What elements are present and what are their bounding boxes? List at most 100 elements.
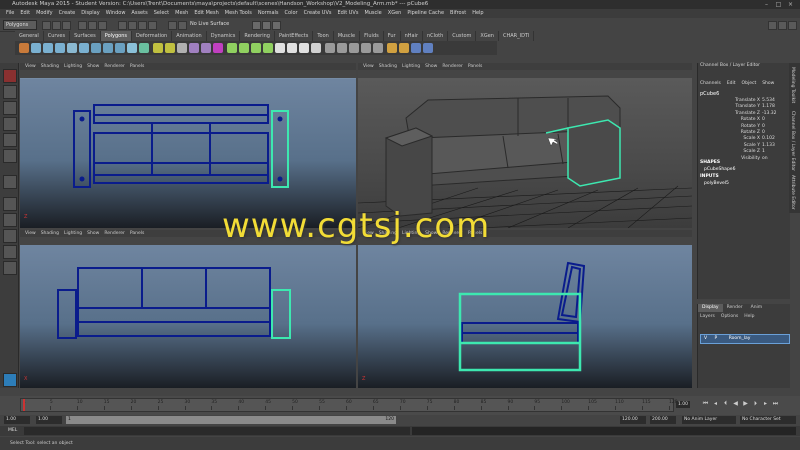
shelf-tab-xgen[interactable]: XGen (476, 31, 499, 41)
poly-soccer-icon[interactable] (139, 43, 149, 53)
ortho-view-front[interactable]: X (20, 245, 356, 388)
smooth-icon[interactable] (189, 43, 199, 53)
attr-value[interactable]: 0 (762, 117, 765, 122)
panel-menu-panels[interactable]: Panels (130, 64, 144, 69)
layer-row[interactable]: V P Room_lay (700, 334, 790, 344)
shelf-tab-fluids[interactable]: Fluids (360, 31, 384, 41)
attr-value[interactable]: 0 (762, 124, 765, 129)
command-input[interactable] (24, 427, 410, 435)
poly-sphere-icon[interactable] (19, 43, 29, 53)
input-node[interactable]: polyBevel5 (704, 181, 729, 186)
panel-menu-shading[interactable]: Shading (41, 231, 59, 236)
shelf-tab-ncloth[interactable]: nCloth (423, 31, 449, 41)
poly-cube-icon[interactable] (31, 43, 41, 53)
append-polygon-icon[interactable] (251, 43, 261, 53)
hypershade-layout-icon[interactable] (3, 261, 17, 275)
select-object-icon[interactable] (88, 21, 97, 30)
menu-modify[interactable]: Modify (36, 10, 53, 16)
attr-value[interactable]: 5.534 (762, 98, 775, 103)
time-ruler[interactable]: 1510152025303540455055606570758085909510… (20, 398, 678, 412)
paint-select-icon[interactable] (3, 101, 17, 115)
tab-modeling-toolkit[interactable]: Modeling Toolkit (790, 67, 795, 103)
panel-menu-renderer[interactable]: Renderer (442, 64, 463, 69)
viewport-bottom-right[interactable]: View Shading Lighting Show Renderer Panels Z (358, 230, 692, 388)
character-set-dropdown[interactable]: No Character Set (740, 416, 796, 424)
poly-cone-icon[interactable] (55, 43, 65, 53)
panel-menu-renderer[interactable]: Renderer (104, 64, 125, 69)
tab-channel-box[interactable]: Channel Box / Layer Editor (790, 111, 795, 171)
play-back-icon[interactable]: ◀ (732, 400, 739, 407)
menu-pipeline-cache[interactable]: Pipeline Cache (407, 10, 444, 16)
separate-icon[interactable] (165, 43, 175, 53)
menu-mesh[interactable]: Mesh (175, 10, 188, 16)
shelf-tab-general[interactable]: General (15, 31, 44, 41)
attr-name[interactable]: Rotate Z (741, 130, 760, 135)
reduce-icon[interactable] (201, 43, 211, 53)
layer-tab-display[interactable]: Display (698, 304, 723, 312)
attr-value[interactable]: 0 (762, 130, 765, 135)
viewport-top-left[interactable]: View Shading Lighting Show Renderer Panels Z (20, 63, 356, 228)
playback-start-field[interactable]: 1.00 (36, 416, 62, 424)
shelf-tab-polygons[interactable]: Polygons (100, 31, 132, 41)
maximize-icon[interactable]: □ (774, 1, 783, 8)
extract-icon[interactable] (177, 43, 187, 53)
bevel-icon[interactable] (275, 43, 285, 53)
single-view-layout-icon[interactable] (3, 197, 17, 211)
command-language-label[interactable]: MEL (8, 428, 17, 433)
rotate-tool-icon[interactable] (3, 133, 17, 147)
uv-editor-icon[interactable] (299, 43, 309, 53)
menu-assets[interactable]: Assets (131, 10, 147, 16)
attr-name[interactable]: Visibility (741, 156, 760, 161)
attr-name[interactable]: Scale X (743, 136, 760, 141)
panel-menu-panels[interactable]: Panels (468, 64, 482, 69)
attr-name[interactable]: Scale Z (743, 149, 760, 154)
layer-tab-anim[interactable]: Anim (747, 304, 767, 312)
step-forward-key-icon[interactable]: ⏵ (752, 400, 759, 407)
shelf-tab-char_idti[interactable]: CHAR_IDTI (499, 31, 535, 41)
show-attribute-editor-icon[interactable] (768, 21, 777, 30)
save-scene-icon[interactable] (62, 21, 71, 30)
menu-edit[interactable]: Edit (20, 10, 30, 16)
attr-value[interactable]: 1 (762, 149, 765, 154)
shelf-tab-fur[interactable]: Fur (384, 31, 401, 41)
shelf-tab-toon[interactable]: Toon (313, 31, 334, 41)
menu-help[interactable]: Help (472, 10, 483, 16)
history-delete-icon[interactable] (423, 43, 433, 53)
select-hierarchy-icon[interactable] (78, 21, 87, 30)
attr-value[interactable]: 0.102 (762, 136, 775, 141)
shelf-tab-curves[interactable]: Curves (44, 31, 71, 41)
ortho-view-side[interactable]: Z (358, 245, 692, 388)
channel-menu-show[interactable]: Show (762, 81, 774, 86)
snap-grid-icon[interactable] (118, 21, 127, 30)
panel-menu-view[interactable]: View (25, 64, 36, 69)
last-tool-icon[interactable] (3, 175, 17, 189)
channel-menu-channels[interactable]: Channels (700, 81, 721, 86)
history-icon[interactable] (168, 21, 177, 30)
layer-menu-help[interactable]: Help (744, 314, 754, 319)
render-icon[interactable] (252, 21, 261, 30)
attr-value[interactable]: -13.32 (762, 111, 777, 116)
layer-tab-render[interactable]: Render (723, 304, 747, 312)
current-time-marker[interactable] (23, 399, 25, 411)
open-scene-icon[interactable] (52, 21, 61, 30)
panel-menu-show[interactable]: Show (87, 231, 99, 236)
merge-icon[interactable] (373, 43, 383, 53)
layer-playback-toggle[interactable]: P (715, 336, 718, 341)
planar-map-icon[interactable] (311, 43, 321, 53)
snap-surface-icon[interactable] (148, 21, 157, 30)
menu-color[interactable]: Color (285, 10, 298, 16)
magnet-icon[interactable] (178, 21, 187, 30)
move-tool-icon[interactable] (3, 117, 17, 131)
offset-loop-icon[interactable] (349, 43, 359, 53)
attr-name[interactable]: Rotate Y (741, 124, 760, 129)
minimize-icon[interactable]: – (762, 1, 771, 8)
play-forward-icon[interactable]: ▶ (742, 400, 749, 407)
channel-menu-edit[interactable]: Edit (727, 81, 736, 86)
attr-name[interactable]: Translate Z (735, 111, 760, 116)
four-view-layout-icon[interactable] (3, 213, 17, 227)
attr-name[interactable]: Translate X (735, 98, 760, 103)
step-back-key-icon[interactable]: ⏴ (722, 400, 729, 407)
panel-menu-shading[interactable]: Shading (41, 64, 59, 69)
shelf-tab-painteffects[interactable]: PaintEffects (275, 31, 314, 41)
panel-menu-renderer[interactable]: Renderer (104, 231, 125, 236)
